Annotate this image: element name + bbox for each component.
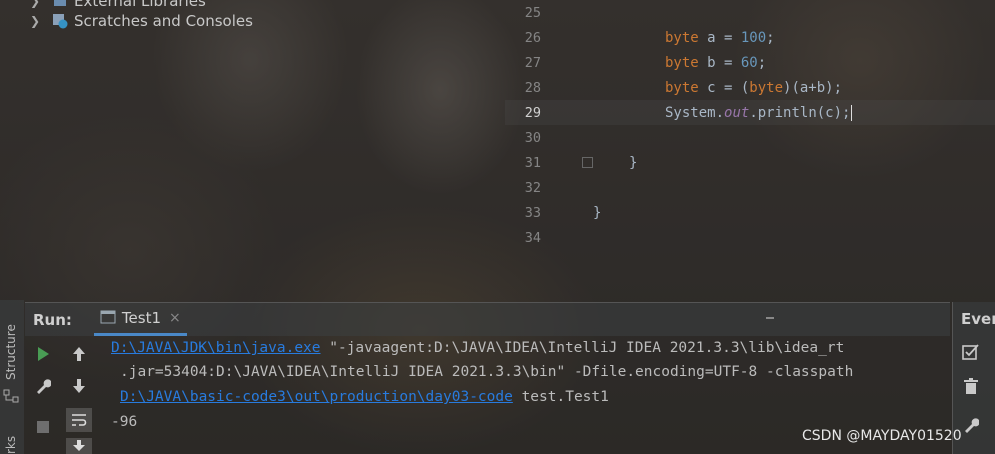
classpath-link[interactable]: D:\JAVA\basic-code3\out\production\day03… <box>120 389 513 405</box>
run-tab-test1[interactable]: Test1 × <box>93 303 187 336</box>
left-tool-strip: Structure rks <box>0 300 24 454</box>
console-line-2: .jar=53404:D:\JAVA\IDEA\IntelliJ IDEA 20… <box>120 364 854 380</box>
console-line-3: D:\JAVA\basic-code3\out\production\day03… <box>120 389 609 405</box>
code-line-28: byte c = (byte)(a+b); <box>665 80 843 96</box>
code-line-26: byte a = 100; <box>665 30 775 46</box>
line-number: 32 <box>524 180 541 196</box>
scroll-down-icon[interactable] <box>68 375 90 397</box>
line-number: 33 <box>524 205 541 221</box>
settings-wrench-icon[interactable] <box>963 417 980 437</box>
chevron-right-icon[interactable]: ❯ <box>30 0 44 8</box>
scroll-to-end-icon[interactable] <box>66 438 92 454</box>
line-number: 30 <box>524 130 541 146</box>
project-tree: ❯ External Libraries ❯ Scratches and Con… <box>0 0 505 300</box>
console-line-1: D:\JAVA\JDK\bin\java.exe "-javaagent:D:\… <box>111 340 845 356</box>
external-libraries-icon <box>52 0 68 9</box>
code-line-29: System.out.println(c); <box>665 105 853 121</box>
wrench-icon[interactable] <box>32 375 54 397</box>
chevron-right-icon[interactable]: ❯ <box>30 14 44 28</box>
tree-item-label: Scratches and Consoles <box>74 12 253 30</box>
trash-icon[interactable] <box>963 378 979 399</box>
line-number: 34 <box>524 230 541 246</box>
text-caret <box>851 105 853 121</box>
event-log-title: Even <box>961 310 995 328</box>
run-tab-label: Test1 <box>121 309 161 327</box>
line-number: 31 <box>524 155 541 171</box>
code-line-27: byte b = 60; <box>665 55 767 71</box>
console-output: -96 <box>111 414 138 430</box>
line-number: 25 <box>524 5 541 21</box>
stop-icon[interactable] <box>32 416 54 438</box>
event-log-check-icon[interactable] <box>962 344 980 364</box>
code-line-33: } <box>593 205 602 221</box>
hide-panel-icon[interactable] <box>766 317 774 319</box>
scratches-icon <box>52 13 68 29</box>
structure-icon[interactable] <box>3 388 19 404</box>
run-label: Run: <box>33 310 72 329</box>
rerun-up-icon[interactable] <box>68 343 90 365</box>
code-line-31: } <box>629 155 638 171</box>
fold-marker-icon[interactable] <box>582 157 593 168</box>
code-editor[interactable]: 25 26 27 28 29 30 31 32 33 34 byte a = 1… <box>505 0 995 300</box>
run-panel-header: Run: Test1 × <box>25 302 950 336</box>
tree-item-label: External Libraries <box>74 0 206 10</box>
bookmarks-tool-tab[interactable]: rks <box>4 436 18 454</box>
run-icon[interactable] <box>32 343 54 365</box>
line-number: 26 <box>524 30 541 46</box>
close-icon[interactable]: × <box>169 310 181 326</box>
console-tab-icon <box>100 309 116 328</box>
java-exe-link[interactable]: D:\JAVA\JDK\bin\java.exe <box>111 340 321 356</box>
line-number: 28 <box>524 80 541 96</box>
tree-item-scratches[interactable]: ❯ Scratches and Consoles <box>30 10 253 32</box>
watermark: CSDN @MAYDAY01520 <box>802 428 962 444</box>
soft-wrap-icon[interactable] <box>66 408 92 432</box>
line-number: 27 <box>524 55 541 71</box>
structure-tool-tab[interactable]: Structure <box>4 324 18 380</box>
line-number-current: 29 <box>524 105 541 121</box>
